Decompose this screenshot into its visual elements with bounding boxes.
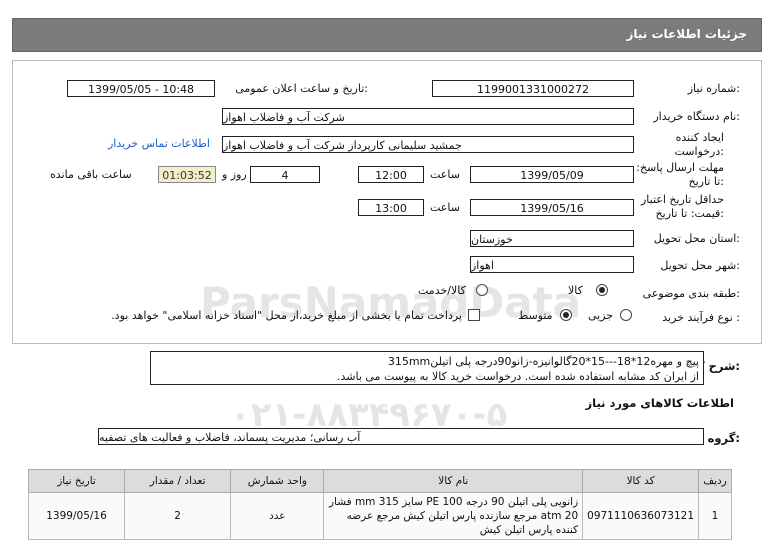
cell-row: 1 <box>698 492 732 540</box>
need-number-label: شماره نیاز: <box>687 82 740 95</box>
remaining-timer: 01:03:52 <box>158 166 216 183</box>
col-date: تاریخ نیاز <box>27 469 126 493</box>
description-line-2: از ایران کد مشابه استفاده شده است. درخوا… <box>336 370 699 383</box>
treasury-payment-note: پرداخت تمام یا بخشی از مبلغ خرید،از محل … <box>111 309 462 322</box>
province-field: خوزستان <box>470 230 634 247</box>
buyer-org-field: شرکت آب و فاضلاب اهواز <box>222 108 634 125</box>
col-row: ردیف <box>698 469 732 493</box>
cell-code: 0971110636073121 <box>582 492 700 540</box>
items-table: ردیف کد کالا نام کالا واحد شمارش تعداد /… <box>27 469 732 540</box>
deadline-label: مهلت ارسال پاسخ: تا تاریخ: <box>636 161 724 188</box>
announce-field: 1399/05/05 - 10:48 <box>67 80 215 97</box>
need-number-field: 1199001331000272 <box>432 80 634 97</box>
remaining-label: ساعت باقی مانده <box>50 168 132 181</box>
buyer-contact-link[interactable]: اطلاعات تماس خریدار <box>108 137 210 150</box>
process-radio-medium[interactable] <box>560 309 572 321</box>
goods-group-field: آب رسانی؛ مدیریت پسماند، فاضلاب و فعالیت… <box>98 428 704 445</box>
buyer-org-label: نام دستگاه خریدار: <box>653 110 740 123</box>
announce-label: تاریخ و ساعت اعلان عمومی: <box>235 82 368 95</box>
city-label: شهر محل تحویل: <box>660 259 740 272</box>
col-name: نام کالا <box>323 469 584 493</box>
creator-field: جمشید سلیمانی کارپرداز شرکت آب و فاضلاب … <box>222 136 634 153</box>
deadline-time-field: 12:00 <box>358 166 424 183</box>
process-option-minor: جزیی <box>588 309 614 322</box>
treasury-payment-checkbox[interactable] <box>468 309 480 321</box>
process-label: نوع فرآیند خرید : <box>662 311 740 324</box>
validity-time-field: 13:00 <box>358 199 424 216</box>
goods-section-title: اطلاعات کالاهای مورد نیاز <box>585 396 734 410</box>
col-qty: تعداد / مقدار <box>124 469 232 493</box>
process-option-medium: متوسط <box>518 309 553 322</box>
cell-name: زانویی پلی اتیلن 90 درجه PE 100 سایز 315… <box>323 492 584 540</box>
description-line-1: پیچ و مهره12*18---15*20گالوانیزه-زانو90د… <box>387 355 699 368</box>
cell-qty: 2 <box>124 492 232 540</box>
validity-time-label: ساعت <box>430 201 460 214</box>
province-label: استان محل تحویل: <box>653 232 740 245</box>
category-option-goods: کالا <box>568 284 583 297</box>
table-row[interactable]: 1 0971110636073121 زانویی پلی اتیلن 90 د… <box>27 492 732 540</box>
deadline-date-field: 1399/05/09 <box>470 166 634 183</box>
category-option-goods-service: کالا/خدمت <box>418 284 466 297</box>
deadline-time-label: ساعت <box>430 168 460 181</box>
page-title: جزئیات اطلاعات نیاز <box>626 27 747 41</box>
col-unit: واحد شمارش <box>230 469 325 493</box>
process-radio-minor[interactable] <box>620 309 632 321</box>
page-header: جزئیات اطلاعات نیاز <box>12 18 762 52</box>
city-field: اهواز <box>470 256 634 273</box>
days-remaining-field: 4 <box>250 166 320 183</box>
days-label: روز و <box>222 168 247 181</box>
items-table-header: ردیف کد کالا نام کالا واحد شمارش تعداد /… <box>27 469 732 493</box>
creator-label: ایجاد کننده درخواست: <box>674 131 725 158</box>
category-radio-goods-service[interactable] <box>476 284 488 296</box>
description-box: پیچ و مهره12*18---15*20گالوانیزه-زانو90د… <box>150 351 704 385</box>
validity-date-field: 1399/05/16 <box>470 199 634 216</box>
col-code: کد کالا <box>582 469 700 493</box>
cell-date: 1399/05/16 <box>27 492 126 540</box>
category-label: طبقه بندی موضوعی: <box>642 287 740 300</box>
category-radio-goods[interactable] <box>596 284 608 296</box>
cell-unit: عدد <box>230 492 325 540</box>
validity-label: حداقل تاریخ اعتبار قیمت: تا تاریخ: <box>640 193 724 220</box>
